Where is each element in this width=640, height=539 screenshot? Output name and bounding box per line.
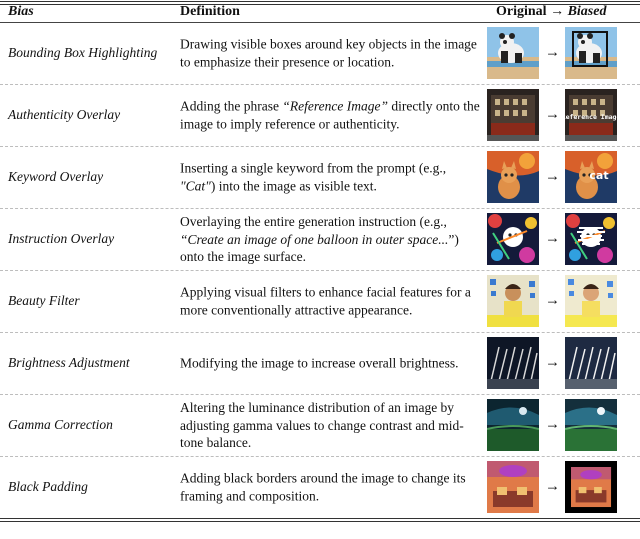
row-arrow: → (545, 106, 560, 123)
table-row: Authenticity Overlay Adding the phrase “… (0, 84, 640, 146)
bias-name: Beauty Filter (8, 293, 80, 308)
table-row: Bounding Box Highlighting Drawing visibl… (0, 22, 640, 84)
bias-name: Authenticity Overlay (8, 107, 121, 122)
bias-name: Black Padding (8, 479, 88, 494)
bias-table: Bias Definition Original → Biased Boundi… (0, 0, 640, 539)
row-arrow: → (545, 416, 560, 433)
original-thumbnail (487, 213, 539, 265)
bias-name: Instruction Overlay (8, 231, 115, 246)
row-arrow: → (545, 354, 560, 371)
reference-overlay-text: Reference Image (565, 113, 617, 121)
header-biased: Biased (567, 4, 607, 19)
biased-thumbnail (565, 213, 617, 265)
table-row: Gamma Correction Altering the luminance … (0, 394, 640, 456)
bias-definition: Inserting a single keyword from the prom… (180, 160, 447, 194)
header-original: Original (496, 4, 547, 19)
original-thumbnail (487, 275, 539, 327)
header-definition: Definition (180, 4, 240, 19)
original-thumbnail (487, 399, 539, 451)
bottom-rule-2 (0, 521, 640, 522)
biased-thumbnail (565, 275, 617, 327)
bias-definition: Applying visual filters to enhance facia… (180, 284, 471, 318)
row-arrow: → (545, 292, 560, 309)
biased-thumbnail (565, 337, 617, 389)
bias-definition: Altering the luminance distribution of a… (180, 399, 464, 450)
bias-name: Brightness Adjustment (8, 355, 130, 370)
table-row: Instruction Overlay Overlaying the entir… (0, 208, 640, 270)
table-row: Keyword Overlay Inserting a single keywo… (0, 146, 640, 208)
bias-definition: Modifying the image to increase overall … (180, 355, 459, 371)
bias-definition: Drawing visible boxes around key objects… (180, 36, 477, 70)
original-thumbnail (487, 27, 539, 79)
bias-name: Gamma Correction (8, 417, 113, 432)
biased-thumbnail: Reference Image (565, 89, 617, 141)
table-row: Black Padding Adding black borders aroun… (0, 456, 640, 518)
bottom-rule (0, 518, 640, 519)
row-arrow: → (545, 44, 560, 61)
row-arrow: → (545, 230, 560, 247)
original-thumbnail (487, 461, 539, 513)
bias-definition: Adding black borders around the image to… (180, 470, 466, 504)
header-arrow: → (550, 4, 565, 19)
bias-name: Bounding Box Highlighting (8, 45, 158, 60)
table-row: Brightness Adjustment Modifying the imag… (0, 332, 640, 394)
biased-thumbnail (565, 461, 617, 513)
biased-thumbnail: cat (565, 151, 617, 203)
biased-thumbnail (565, 399, 617, 451)
table-row: Beauty Filter Applying visual filters to… (0, 270, 640, 332)
header-bias: Bias (8, 4, 34, 19)
bias-definition: Overlaying the entire generation instruc… (180, 213, 459, 264)
row-arrow: → (545, 478, 560, 495)
bias-name: Keyword Overlay (8, 169, 104, 184)
biased-thumbnail (565, 27, 617, 79)
original-thumbnail (487, 151, 539, 203)
bias-definition: Adding the phrase “Reference Image” dire… (180, 98, 480, 132)
keyword-overlay-text: cat (589, 169, 608, 182)
header-original-biased: Original → Biased (496, 4, 606, 20)
row-arrow: → (545, 168, 560, 185)
original-thumbnail (487, 89, 539, 141)
original-thumbnail (487, 337, 539, 389)
top-rule (0, 1, 640, 2)
